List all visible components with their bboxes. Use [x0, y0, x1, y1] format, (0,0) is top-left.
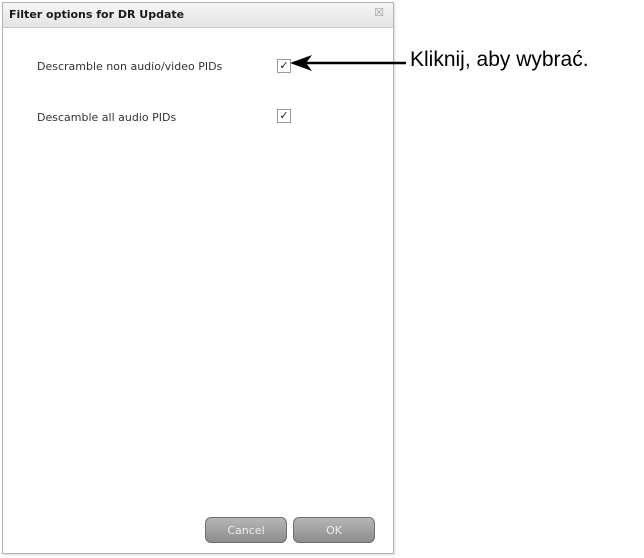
callout-annotation: Kliknij, aby wybrać.	[410, 48, 589, 71]
callout-arrow	[290, 55, 406, 71]
